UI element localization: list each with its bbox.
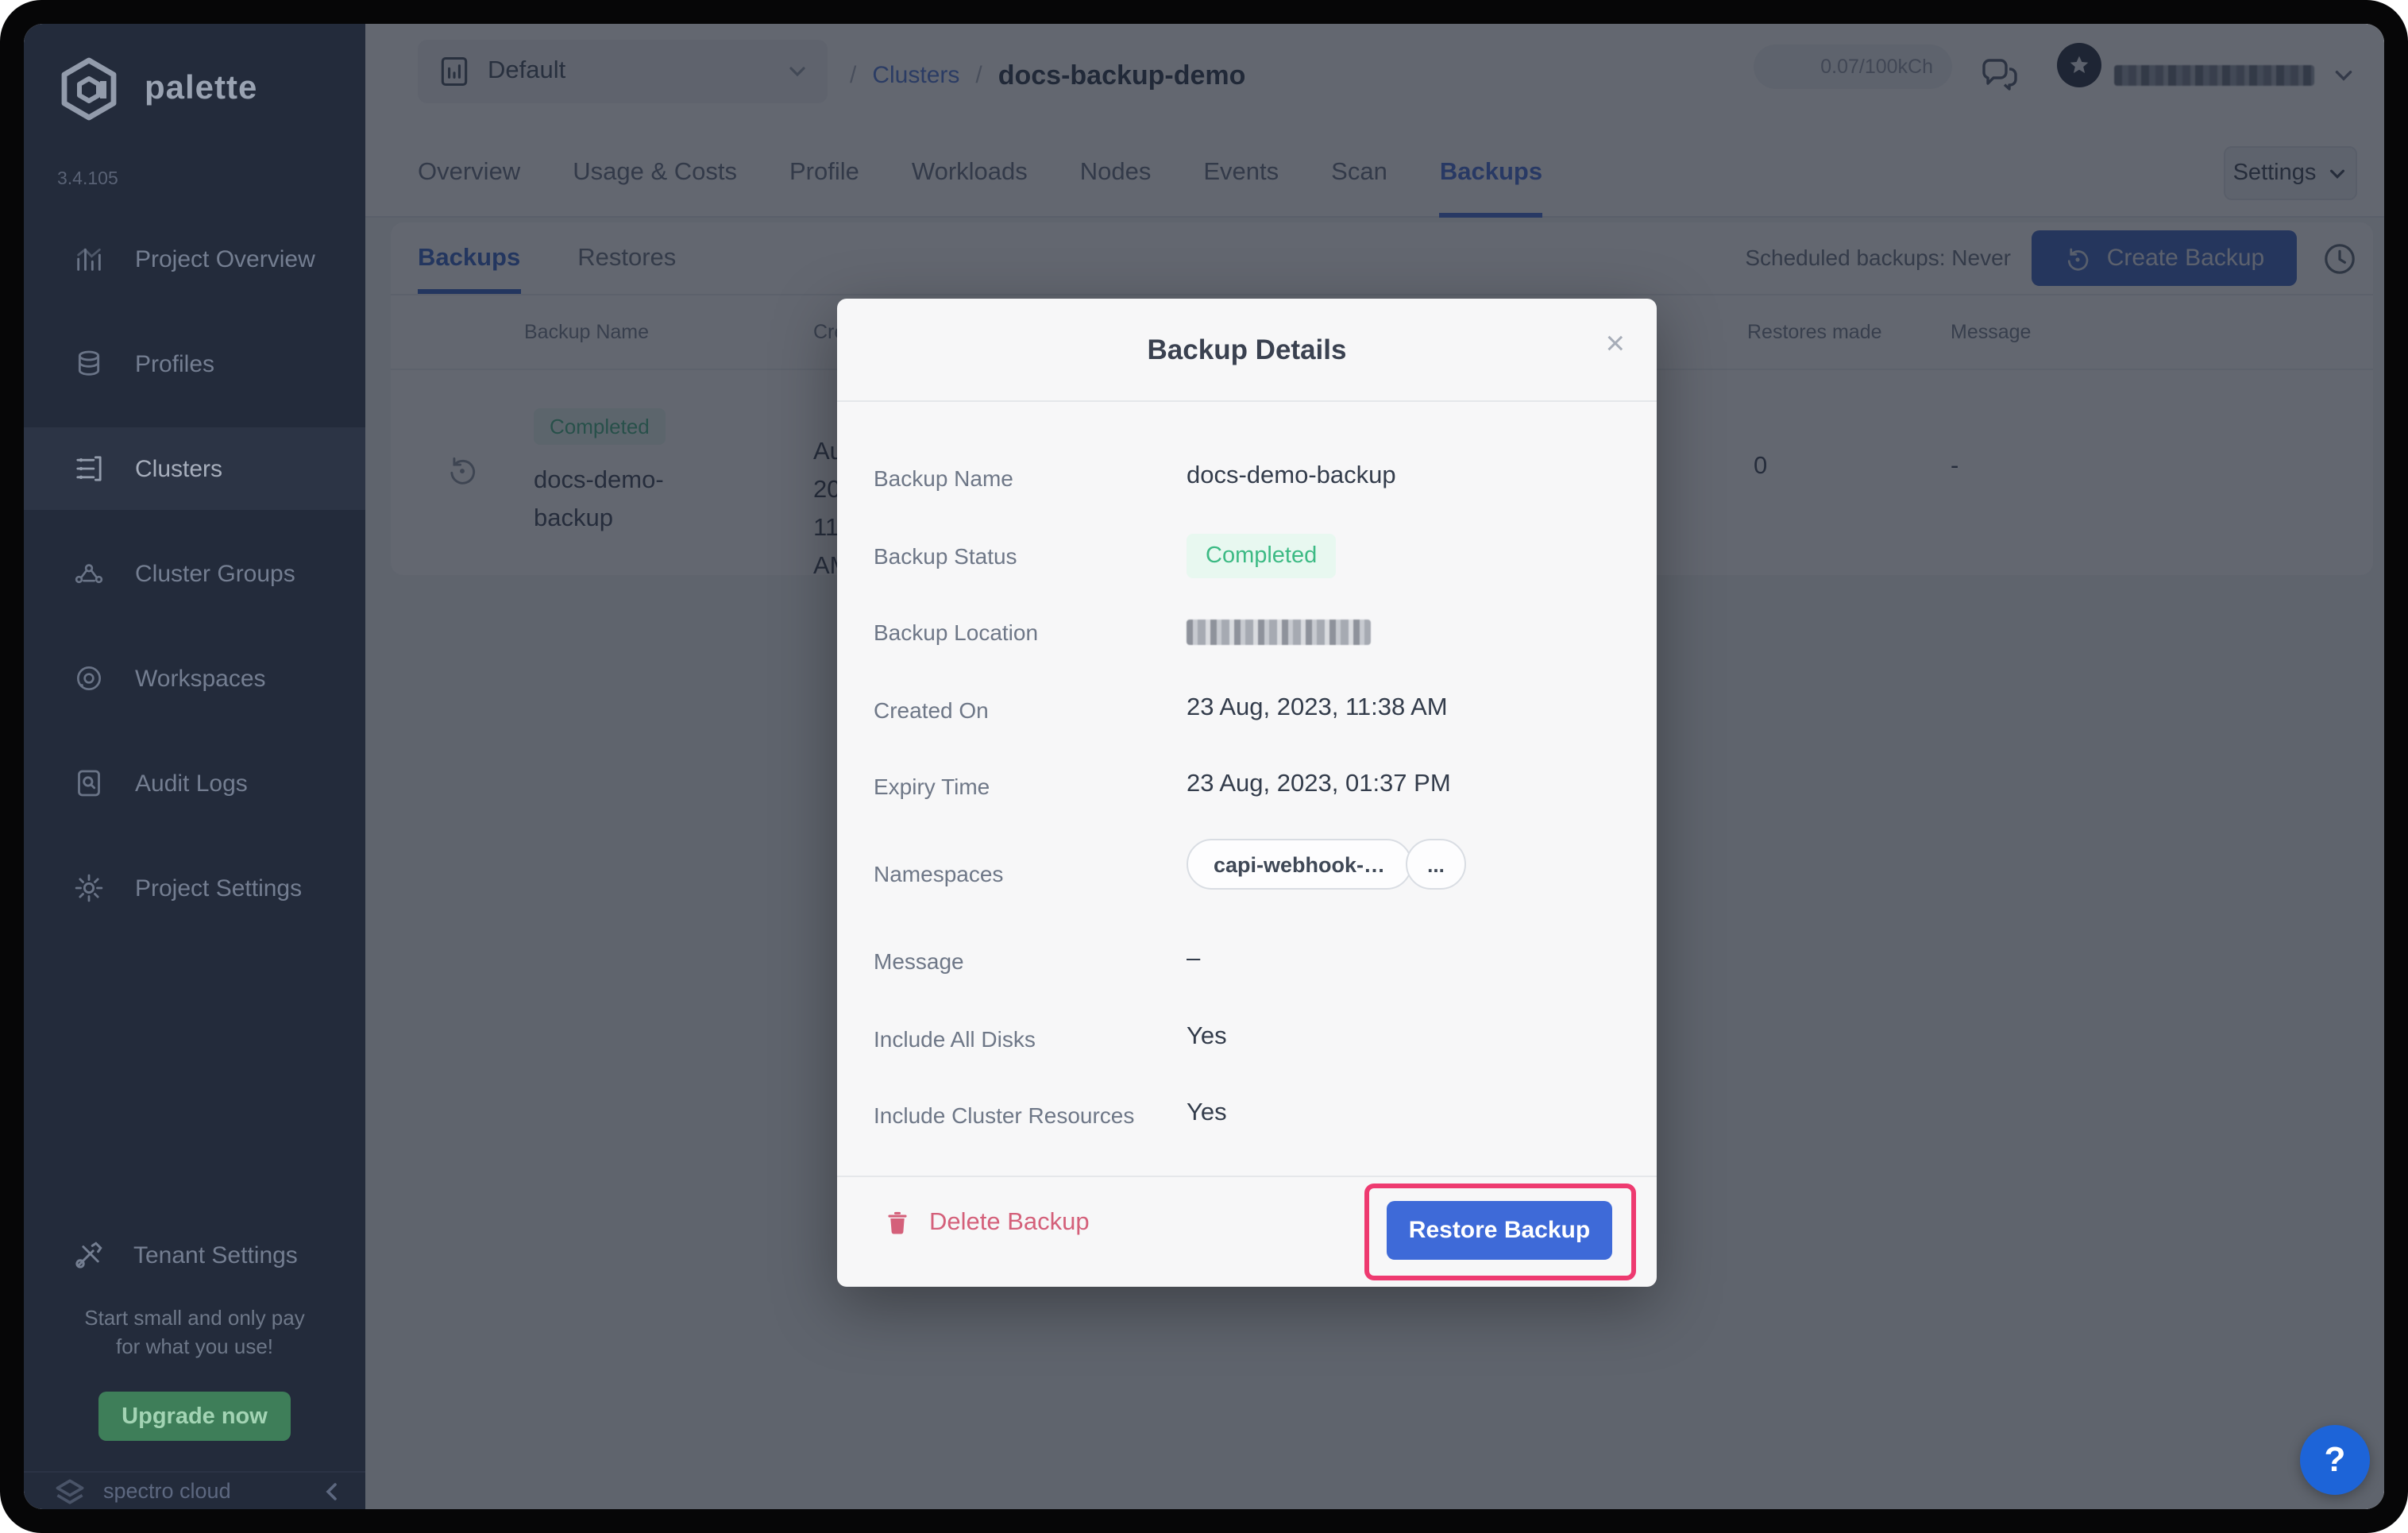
- field-label: Namespaces: [874, 861, 1003, 886]
- field-label: Message: [874, 948, 964, 974]
- close-icon[interactable]: ×: [1605, 327, 1625, 361]
- upgrade-promo-text: Start small and only pay for what you us…: [24, 1304, 365, 1361]
- server-list-icon: [71, 451, 106, 486]
- sidebar: palette 3.4.105 Project Overview P: [24, 24, 365, 1509]
- layers-icon: [71, 346, 106, 381]
- field-label: Expiry Time: [874, 774, 990, 799]
- window-frame: palette 3.4.105 Project Overview P: [0, 0, 2408, 1533]
- restore-backup-button[interactable]: Restore Backup: [1387, 1201, 1612, 1260]
- screenshot-stage: palette 3.4.105 Project Overview P: [0, 0, 2408, 1533]
- modal-row-message: Message –: [837, 939, 1657, 987]
- orbit-icon: [71, 661, 106, 696]
- upgrade-now-button[interactable]: Upgrade now: [98, 1392, 291, 1441]
- collapse-sidebar-icon[interactable]: [321, 1480, 343, 1502]
- backup-details-modal: Backup Details × Backup Name docs-demo-b…: [837, 299, 1657, 1287]
- sidebar-item-clusters[interactable]: Clusters: [24, 427, 365, 510]
- sidebar-footer: spectro cloud: [24, 1471, 365, 1509]
- modal-row-namespaces: Namespaces capi-webhook-… ...: [837, 851, 1657, 899]
- modal-row-include-cluster-resources: Include Cluster Resources Yes: [837, 1093, 1657, 1141]
- status-badge: Completed: [1187, 534, 1336, 578]
- sidebar-item-label: Workspaces: [135, 665, 266, 692]
- field-label: Backup Name: [874, 465, 1013, 491]
- backup-name-value: docs-demo-backup: [1187, 462, 1396, 491]
- sidebar-item-label: Tenant Settings: [133, 1241, 298, 1268]
- field-label: Backup Status: [874, 543, 1017, 569]
- help-button[interactable]: ?: [2300, 1425, 2370, 1495]
- modal-row-expiry-time: Expiry Time 23 Aug, 2023, 01:37 PM: [837, 764, 1657, 812]
- namespace-pill[interactable]: capi-webhook-…: [1187, 839, 1412, 890]
- field-label: Include Cluster Resources: [874, 1102, 1134, 1128]
- trash-icon: [883, 1209, 912, 1238]
- network-nodes-icon: [71, 556, 106, 591]
- sidebar-item-tenant-settings[interactable]: Tenant Settings: [24, 1214, 365, 1296]
- field-label: Created On: [874, 697, 989, 723]
- field-label: Backup Location: [874, 620, 1038, 645]
- tools-icon: [71, 1238, 105, 1272]
- audit-log-icon: [71, 766, 106, 801]
- include-all-disks-value: Yes: [1187, 1023, 1227, 1052]
- message-value: –: [1187, 945, 1200, 974]
- modal-row-backup-name: Backup Name docs-demo-backup: [837, 456, 1657, 504]
- brand-name: palette: [145, 70, 257, 108]
- palette-logo-icon: [56, 56, 122, 122]
- namespace-more-pill[interactable]: ...: [1406, 839, 1466, 890]
- sidebar-item-cluster-groups[interactable]: Cluster Groups: [24, 532, 365, 615]
- backup-location-redacted: [1187, 620, 1371, 645]
- bar-chart-icon: [71, 241, 106, 276]
- app-version: 3.4.105: [57, 170, 118, 189]
- sidebar-item-label: Project Settings: [135, 875, 302, 902]
- spectro-cloud-logo-icon: [52, 1473, 87, 1508]
- spectro-cloud-label: spectro cloud: [103, 1479, 305, 1503]
- include-cluster-resources-value: Yes: [1187, 1099, 1227, 1128]
- gear-icon: [71, 871, 106, 906]
- created-on-value: 23 Aug, 2023, 11:38 AM: [1187, 694, 1448, 723]
- modal-header: Backup Details ×: [837, 299, 1657, 402]
- sidebar-item-label: Profiles: [135, 350, 214, 377]
- sidebar-item-label: Project Overview: [135, 245, 315, 272]
- modal-footer: Delete Backup Restore Backup: [837, 1176, 1657, 1287]
- sidebar-item-label: Audit Logs: [135, 770, 248, 797]
- modal-row-backup-status: Backup Status Completed: [837, 534, 1657, 581]
- sidebar-item-audit-logs[interactable]: Audit Logs: [24, 742, 365, 824]
- sidebar-item-workspaces[interactable]: Workspaces: [24, 637, 365, 720]
- expiry-time-value: 23 Aug, 2023, 01:37 PM: [1187, 770, 1451, 799]
- sidebar-item-label: Clusters: [135, 455, 222, 482]
- modal-row-backup-location: Backup Location: [837, 610, 1657, 658]
- sidebar-item-label: Cluster Groups: [135, 560, 295, 587]
- app-window: palette 3.4.105 Project Overview P: [24, 24, 2384, 1509]
- sidebar-nav: Project Overview Profiles Clusters: [24, 218, 365, 952]
- modal-row-created-on: Created On 23 Aug, 2023, 11:38 AM: [837, 688, 1657, 736]
- delete-backup-button[interactable]: Delete Backup: [883, 1209, 1090, 1238]
- sidebar-item-profiles[interactable]: Profiles: [24, 322, 365, 405]
- delete-backup-label: Delete Backup: [929, 1209, 1090, 1238]
- sidebar-item-project-overview[interactable]: Project Overview: [24, 218, 365, 300]
- modal-title: Backup Details: [837, 334, 1657, 367]
- sidebar-item-project-settings[interactable]: Project Settings: [24, 847, 365, 929]
- modal-row-include-all-disks: Include All Disks Yes: [837, 1017, 1657, 1064]
- brand: palette: [56, 56, 257, 122]
- field-label: Include All Disks: [874, 1026, 1036, 1052]
